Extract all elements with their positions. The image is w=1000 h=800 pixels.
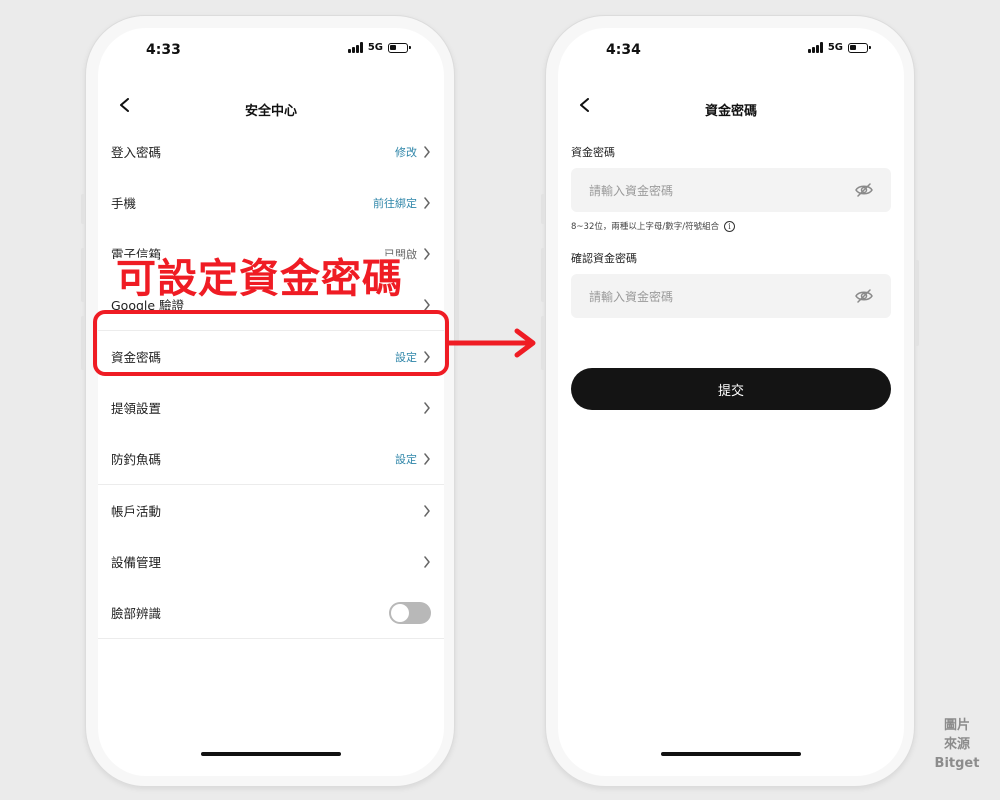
status-bar: 4:33 5G — [98, 28, 444, 72]
status-bar: 4:34 5G — [558, 28, 904, 72]
security-item[interactable]: 提領設置 — [98, 382, 444, 433]
chevron-right-icon — [424, 452, 430, 465]
security-item-value: 前往綁定 — [373, 196, 417, 210]
eye-off-icon[interactable] — [855, 183, 873, 197]
security-item[interactable]: 帳戶活動 — [98, 485, 444, 536]
home-indicator — [661, 752, 801, 756]
security-item-value: 修改 — [395, 145, 417, 159]
chevron-right-icon — [424, 298, 430, 311]
security-item[interactable]: 設備管理 — [98, 536, 444, 587]
network-label: 5G — [827, 42, 843, 53]
password-input[interactable]: 請輸入資金密碼 — [571, 168, 891, 212]
chevron-right-icon — [424, 247, 430, 260]
nav-bar: 安全中心 — [98, 92, 444, 124]
eye-off-icon[interactable] — [855, 289, 873, 303]
signal-icon — [808, 42, 823, 53]
signal-icon — [348, 42, 363, 53]
battery-icon — [388, 42, 411, 53]
security-item-label: 提領設置 — [111, 401, 162, 416]
chevron-right-icon — [424, 145, 430, 158]
confirm-placeholder: 請輸入資金密碼 — [589, 289, 674, 304]
arrow-right-icon — [449, 328, 536, 358]
security-item[interactable]: 防釣魚碼 設定 — [98, 433, 444, 484]
confirm-label: 確認資金密碼 — [571, 252, 637, 265]
watermark-line: Bitget — [934, 756, 980, 771]
watermark-line: 來源 — [943, 737, 970, 752]
page-title: 資金密碼 — [704, 104, 757, 119]
callout-text: 可設定資金密碼 — [116, 256, 403, 302]
left-screen: 4:33 5G 安全中心 登入密碼 修改 手機 前往綁定 電子信箱 已開啟 Google 驗… — [98, 28, 444, 776]
highlight-box — [93, 310, 449, 376]
password-label: 資金密碼 — [571, 146, 615, 159]
password-placeholder: 請輸入資金密碼 — [589, 183, 674, 198]
security-item-label: 設備管理 — [111, 555, 162, 570]
chevron-right-icon — [424, 504, 430, 517]
battery-icon — [848, 42, 871, 53]
security-item-label: 防釣魚碼 — [111, 452, 162, 467]
security-list: 登入密碼 修改 手機 前往綁定 電子信箱 已開啟 Google 驗證 資金密碼 設定 提領設置 防釣… — [98, 126, 444, 639]
password-hint: 8~32位，兩種以上字母/數字/符號組合 i — [571, 220, 891, 232]
security-item-label: 臉部辨識 — [111, 606, 162, 621]
security-item-label: 登入密碼 — [111, 145, 162, 160]
info-icon[interactable]: i — [724, 220, 736, 232]
watermark: 圖片 來源 Bitget — [932, 716, 982, 773]
right-screen: 4:34 5G 資金密碼 資金密碼 請輸入資金密碼 8~32位，兩種以上字母/數… — [558, 28, 904, 776]
security-item[interactable]: 登入密碼 修改 — [98, 126, 444, 177]
status-time: 4:34 — [606, 42, 641, 58]
divider — [98, 638, 444, 639]
right-phone: 4:34 5G 資金密碼 資金密碼 請輸入資金密碼 8~32位，兩種以上字母/數… — [541, 15, 919, 787]
fund-password-form: 資金密碼 請輸入資金密碼 8~32位，兩種以上字母/數字/符號組合 i 確認資金… — [571, 144, 891, 318]
security-item-value: 設定 — [395, 452, 417, 466]
security-item[interactable]: 手機 前往綁定 — [98, 177, 444, 228]
chevron-right-icon — [424, 555, 430, 568]
nav-bar: 資金密碼 — [558, 92, 904, 124]
confirm-password-input[interactable]: 請輸入資金密碼 — [571, 274, 891, 318]
network-label: 5G — [367, 42, 383, 53]
chevron-right-icon — [424, 196, 430, 209]
status-time: 4:33 — [146, 42, 181, 58]
security-item[interactable]: 臉部辨識 — [98, 587, 444, 638]
page-title: 安全中心 — [244, 104, 297, 119]
submit-button[interactable]: 提交 — [571, 368, 891, 410]
watermark-line: 圖片 — [943, 718, 970, 733]
hint-text: 8~32位，兩種以上字母/數字/符號組合 — [571, 222, 720, 232]
left-phone: 4:33 5G 安全中心 登入密碼 修改 手機 前往綁定 電子信箱 已開啟 Google 驗… — [81, 15, 459, 787]
chevron-right-icon — [424, 401, 430, 414]
security-item-label: 手機 — [111, 196, 137, 211]
home-indicator — [201, 752, 341, 756]
security-item-label: 帳戶活動 — [111, 504, 162, 519]
face-id-toggle[interactable] — [389, 601, 431, 624]
